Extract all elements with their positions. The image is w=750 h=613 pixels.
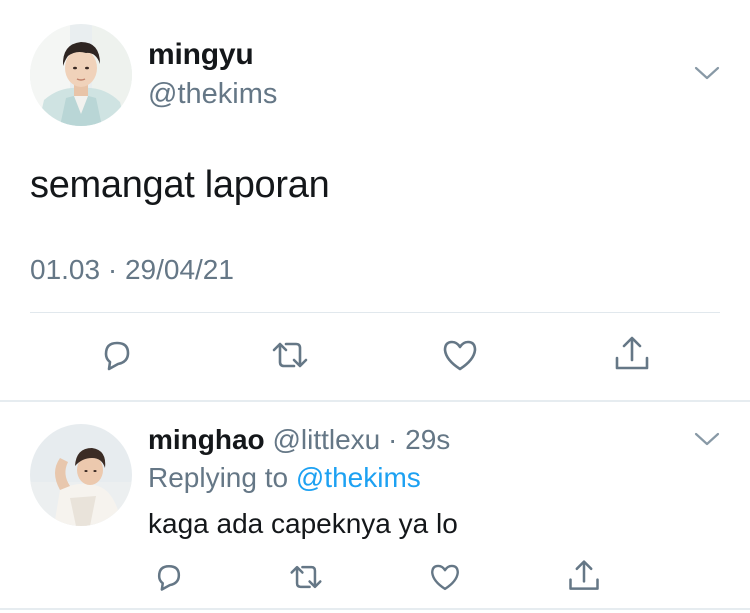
share-icon[interactable] (612, 334, 652, 374)
main-display-name[interactable]: mingyu (148, 38, 254, 72)
avatar-photo (30, 424, 132, 526)
divider (0, 608, 750, 610)
reply-text: kaga ada capeknya ya lo (148, 508, 458, 539)
like-icon[interactable] (440, 336, 480, 374)
replying-to-line: Replying to @thekims (148, 462, 421, 494)
chevron-down-icon[interactable] (692, 62, 722, 84)
tweet-timestamp: 01.03 · 29/04/21 (30, 254, 234, 285)
replying-to-label: Replying to (148, 462, 296, 493)
section-divider (0, 400, 750, 402)
separator-dot: · (380, 424, 406, 455)
divider (30, 312, 720, 313)
reply-display-name[interactable]: minghao (148, 424, 265, 455)
reply-timestamp: 29s (405, 424, 451, 455)
chevron-down-icon[interactable] (692, 428, 722, 450)
reply-icon[interactable] (152, 560, 186, 594)
reply-handle[interactable]: @littlexu (272, 424, 380, 455)
reply-icon[interactable] (98, 336, 136, 374)
main-handle[interactable]: @thekims (148, 78, 277, 111)
reply-header: minghao @littlexu · 29s (148, 424, 450, 456)
like-icon[interactable] (428, 560, 462, 594)
retweet-icon[interactable] (268, 336, 312, 374)
share-icon[interactable] (566, 558, 602, 594)
replying-to-mention-link[interactable]: @thekims (296, 462, 421, 493)
tweet-text: semangat laporan (30, 164, 330, 206)
main-avatar[interactable] (30, 24, 132, 126)
reply-avatar[interactable] (30, 424, 132, 526)
avatar-photo (30, 24, 132, 126)
retweet-icon[interactable] (286, 560, 326, 594)
